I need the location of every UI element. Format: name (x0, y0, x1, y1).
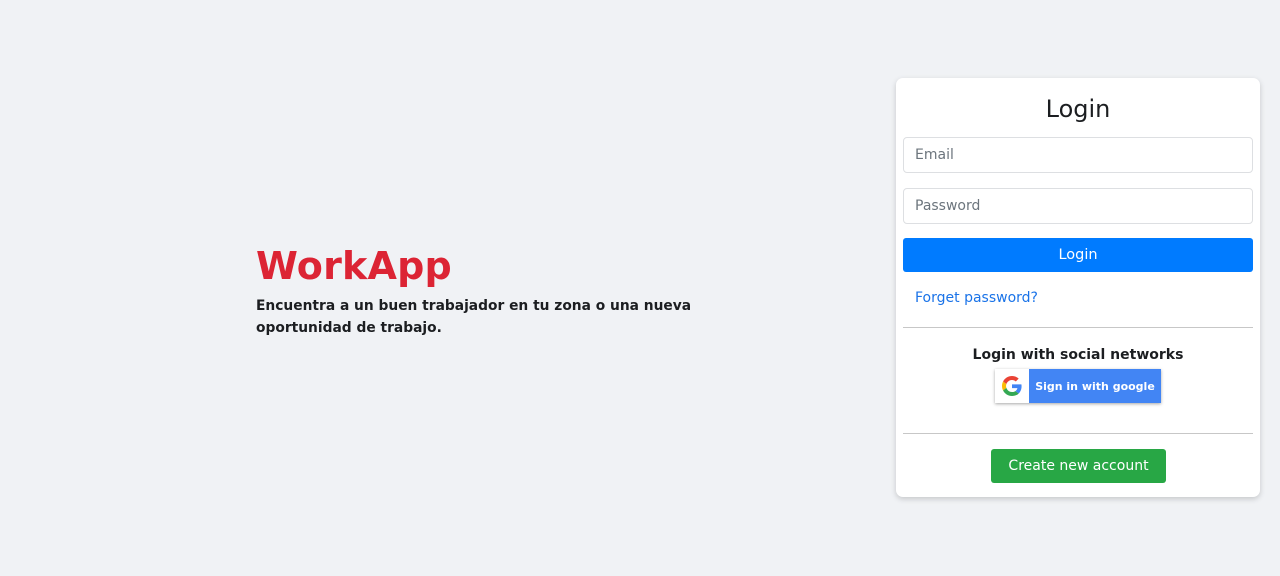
brand-title: WorkApp (256, 244, 452, 288)
google-signin-button[interactable]: Sign in with google (995, 369, 1161, 403)
forget-password-link[interactable]: Forget password? (915, 288, 1038, 308)
divider (903, 327, 1253, 328)
divider (903, 433, 1253, 434)
login-title: Login (1045, 95, 1111, 123)
google-signin-label: Sign in with google (1035, 379, 1155, 393)
email-field[interactable] (903, 137, 1253, 173)
login-button[interactable]: Login (903, 238, 1253, 272)
create-account-button[interactable]: Create new account (991, 449, 1166, 483)
brand-section: WorkApp Encuentra a un buen trabajador e… (256, 240, 756, 339)
login-card: Login Login Forget password? Login with … (896, 78, 1260, 497)
social-login-heading: Login with social networks (972, 347, 1184, 363)
brand-tagline: Encuentra a un buen trabajador en tu zon… (256, 298, 692, 336)
google-icon (995, 369, 1029, 403)
password-field[interactable] (903, 188, 1253, 224)
